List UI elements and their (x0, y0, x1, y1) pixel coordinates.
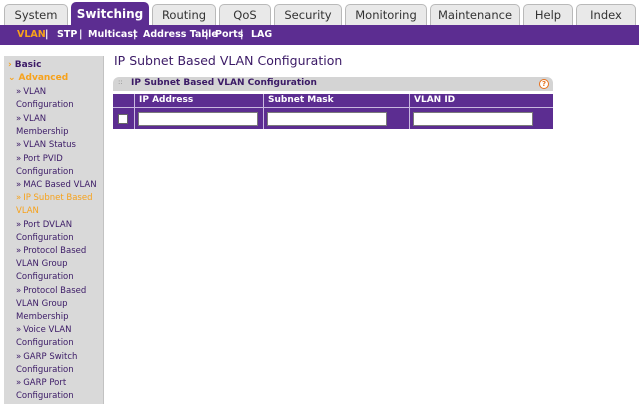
tab-index[interactable]: Index (576, 4, 636, 25)
subnav-separator: | (79, 29, 83, 40)
panel-header: :: IP Subnet Based VLAN Configuration ? (113, 77, 553, 91)
chevron-down-icon: ⌄ (8, 73, 16, 83)
tab-system[interactable]: System (4, 4, 68, 25)
tab-switching[interactable]: Switching (71, 2, 149, 25)
sidebar-item-mac-based-vlan[interactable]: » MAC Based VLAN (16, 179, 106, 192)
sub-nav: VLAN | STP | Multicast | Address Table |… (0, 25, 639, 45)
chevron-right-icon: › (8, 60, 12, 70)
column-divider (409, 94, 410, 129)
sidebar-item-protocol-vlan-group-configuration[interactable]: » Protocol Based VLAN Group Configuration (16, 245, 106, 285)
subnet-mask-input[interactable] (267, 112, 387, 126)
subnav-separator: | (45, 29, 49, 40)
sidebar-item-garp-port-configuration[interactable]: » GARP Port Configuration (16, 377, 106, 403)
subnav-separator: | (240, 29, 244, 40)
tab-help[interactable]: Help (523, 4, 573, 25)
sidebar-item-vlan-status[interactable]: » VLAN Status (16, 139, 106, 152)
sidebar-item-ip-subnet-based-vlan[interactable]: » IP Subnet Based VLAN (16, 192, 106, 218)
subnav-vlan[interactable]: VLAN (17, 25, 46, 45)
ip-address-input[interactable] (138, 112, 258, 126)
row-select-checkbox[interactable] (118, 114, 128, 124)
sidebar-item-vlan-configuration[interactable]: » VLAN Configuration (16, 86, 106, 112)
panel-title: IP Subnet Based VLAN Configuration (131, 78, 317, 88)
sidebar-item-vlan-membership[interactable]: » VLAN Membership (16, 113, 106, 139)
column-header-subnet-mask: Subnet Mask (268, 95, 334, 105)
tab-monitoring[interactable]: Monitoring (345, 4, 427, 25)
subnav-multicast[interactable]: Multicast (88, 25, 138, 45)
column-header-vlan-id: VLAN ID (414, 95, 456, 105)
help-icon[interactable]: ? (539, 79, 549, 89)
row-divider (113, 107, 553, 108)
tab-routing[interactable]: Routing (152, 4, 216, 25)
column-divider (134, 94, 135, 129)
sidebar: › Basic ⌄ Advanced » VLAN Configuration » VL… (4, 56, 104, 404)
subnav-separator: | (205, 29, 209, 40)
vlan-id-input[interactable] (413, 112, 533, 126)
sidebar-advanced[interactable]: ⌄ Advanced (8, 73, 68, 83)
subnav-separator: | (133, 29, 137, 40)
vlan-table: IP Address Subnet Mask VLAN ID (113, 94, 553, 129)
column-header-ip-address: IP Address (139, 95, 194, 105)
tab-maintenance[interactable]: Maintenance (430, 4, 520, 25)
sidebar-basic[interactable]: › Basic (8, 60, 41, 70)
top-nav: System Switching Routing QoS Security Mo… (0, 0, 639, 25)
subnav-lag[interactable]: LAG (251, 25, 272, 45)
sidebar-item-voice-vlan-configuration[interactable]: » Voice VLAN Configuration (16, 324, 106, 350)
sidebar-item-garp-switch-configuration[interactable]: » GARP Switch Configuration (16, 351, 106, 377)
subnav-stp[interactable]: STP (57, 25, 77, 45)
grip-icon: :: (118, 78, 123, 86)
tab-qos[interactable]: QoS (219, 4, 271, 25)
sidebar-item-port-dvlan-configuration[interactable]: » Port DVLAN Configuration (16, 219, 106, 245)
column-divider (263, 94, 264, 129)
sidebar-item-protocol-vlan-group-membership[interactable]: » Protocol Based VLAN Group Membership (16, 285, 106, 325)
tab-security[interactable]: Security (274, 4, 342, 25)
sidebar-item-port-pvid-configuration[interactable]: » Port PVID Configuration (16, 153, 106, 179)
page-title: IP Subnet Based VLAN Configuration (114, 53, 343, 68)
